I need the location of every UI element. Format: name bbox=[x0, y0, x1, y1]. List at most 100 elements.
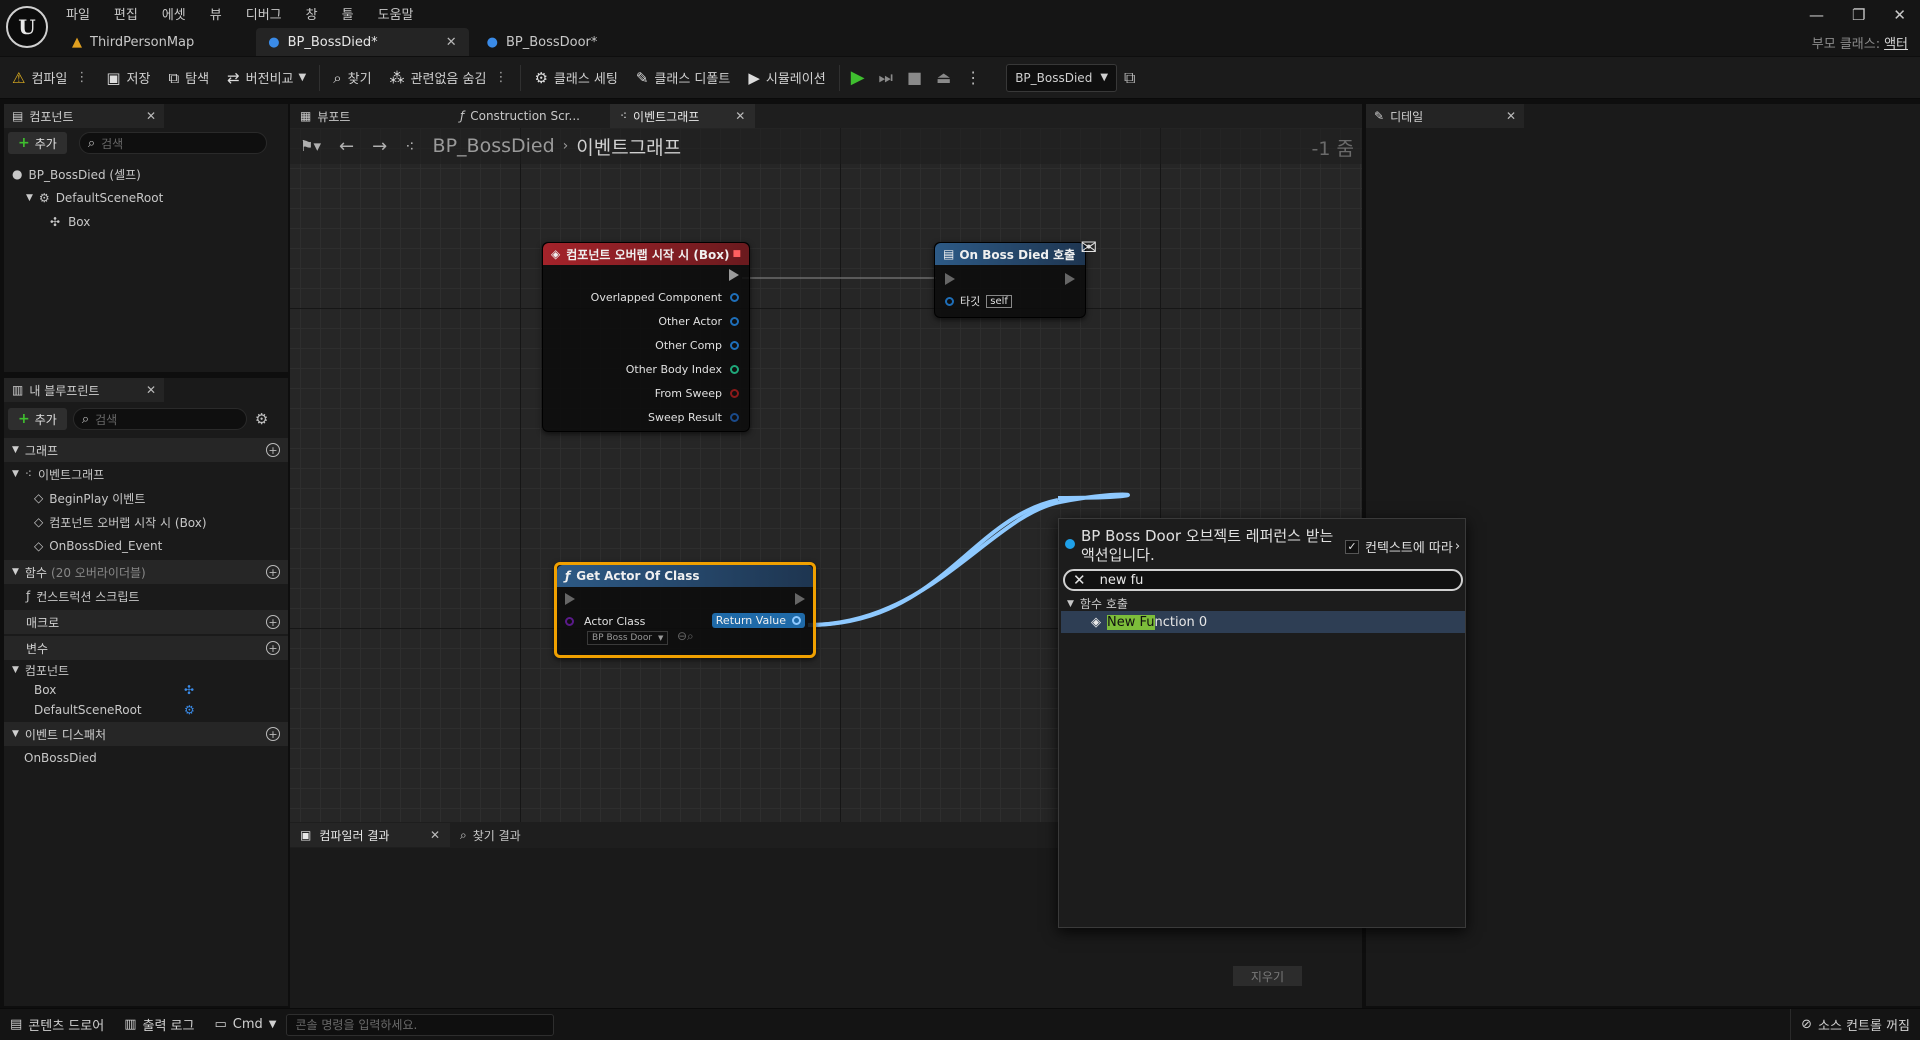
clear-button[interactable]: 지우기 bbox=[1232, 966, 1302, 986]
add-variable-icon[interactable]: + bbox=[266, 641, 280, 655]
menu-help[interactable]: 도움말 bbox=[378, 4, 414, 23]
tree-item-variable-default-scene-root[interactable]: DefaultSceneRoot ⚙ bbox=[4, 700, 288, 720]
tree-item-event[interactable]: ◇ 컴포넌트 오버랩 시작 시 (Box) bbox=[4, 510, 288, 534]
tab-third-person-map[interactable]: ▲ ThirdPersonMap bbox=[60, 28, 206, 56]
clear-search-icon[interactable]: ✕ bbox=[1073, 571, 1086, 589]
exec-out-pin[interactable] bbox=[729, 269, 739, 281]
menu-window[interactable]: 창 bbox=[306, 4, 318, 23]
components-search-input[interactable]: ⌕ 검색 bbox=[78, 132, 267, 154]
tree-item-default-scene-root[interactable]: ▼ ⚙ DefaultSceneRoot bbox=[12, 186, 288, 210]
parent-class-link[interactable]: 액터 bbox=[1884, 37, 1908, 52]
pin-from-sweep[interactable]: From Sweep bbox=[655, 387, 739, 400]
node-component-overlap[interactable]: ◈ 컴포넌트 오버랩 시작 시 (Box) ■ Overlapped Compo… bbox=[542, 242, 750, 432]
more-options-icon[interactable]: ⋮ bbox=[75, 70, 88, 85]
action-category[interactable]: ▼ 함수 호출 bbox=[1067, 595, 1128, 612]
pin-other-body-index[interactable]: Other Body Index bbox=[626, 363, 739, 376]
tab-event-graph[interactable]: ⁖ 이벤트그래프 ✕ bbox=[610, 104, 756, 128]
more-options-icon[interactable]: ⋮ bbox=[494, 70, 507, 85]
unreal-logo-icon[interactable]: U bbox=[6, 6, 48, 48]
my-blueprint-tab[interactable]: ▥ 내 블루프린트 ✕ bbox=[4, 378, 164, 402]
output-log-button[interactable]: ▥ 출력 로그 bbox=[114, 1009, 204, 1040]
class-settings-button[interactable]: ⚙ 클래스 세팅 bbox=[525, 57, 626, 99]
actor-class-select[interactable]: BP Boss Door ▼ bbox=[587, 631, 669, 645]
tree-item-box[interactable]: ✣ Box bbox=[12, 210, 288, 234]
menu-debug[interactable]: 디버그 bbox=[246, 4, 282, 23]
tree-item-event[interactable]: ◇ BeginPlay 이벤트 bbox=[4, 486, 288, 510]
target-pin[interactable]: 타깃 self bbox=[945, 293, 1012, 309]
exec-in-pin[interactable] bbox=[945, 273, 955, 285]
exec-in-pin[interactable] bbox=[565, 593, 575, 605]
components-tab[interactable]: ▤ 컴포넌트 ✕ bbox=[4, 104, 164, 128]
tab-viewport[interactable]: ▦ 뷰포트 bbox=[290, 104, 450, 128]
pin-overlapped-component[interactable]: Overlapped Component bbox=[591, 291, 739, 304]
add-component-button[interactable]: + 추가 bbox=[8, 132, 67, 154]
save-button[interactable]: ▣ 저장 bbox=[97, 57, 159, 99]
return-value-pin[interactable]: Return Value bbox=[711, 613, 805, 628]
menu-asset[interactable]: 에셋 bbox=[162, 4, 186, 23]
tree-item-variable-box[interactable]: Box ✣ bbox=[4, 680, 288, 700]
close-icon[interactable]: ✕ bbox=[146, 383, 156, 397]
browse-button[interactable]: ⧉ 탐색 bbox=[159, 57, 218, 99]
variables-section[interactable]: 변수 + bbox=[4, 636, 288, 660]
checkbox-checked-icon[interactable]: ✓ bbox=[1345, 539, 1359, 554]
source-control-button[interactable]: ⊘ 소스 컨트롤 꺼짐 bbox=[1790, 1008, 1920, 1040]
node-call-on-boss-died[interactable]: ▤ On Boss Died 호출 ✉ 타깃 self bbox=[934, 235, 1097, 318]
graphs-section[interactable]: ▼ 그래프 + bbox=[4, 438, 288, 462]
exec-out-pin[interactable] bbox=[1065, 273, 1075, 285]
macros-section[interactable]: 매크로 + bbox=[4, 610, 288, 634]
event-dispatchers-section[interactable]: ▼ 이벤트 디스패처 + bbox=[4, 722, 288, 746]
eject-icon[interactable]: ⏏ bbox=[929, 68, 958, 87]
menu-edit[interactable]: 편집 bbox=[114, 4, 138, 23]
step-icon[interactable]: ⏭ bbox=[872, 68, 900, 88]
add-dispatcher-icon[interactable]: + bbox=[266, 727, 280, 741]
tab-construction-script[interactable]: ƒ Construction Scr... bbox=[450, 104, 610, 128]
add-function-icon[interactable]: + bbox=[266, 565, 280, 579]
action-item-new-function[interactable]: ◈ New Fu nction 0 bbox=[1061, 611, 1465, 633]
actor-class-pin[interactable]: Actor Class bbox=[565, 615, 645, 628]
more-options-icon[interactable]: ⋮ bbox=[958, 68, 988, 87]
tab-bp-bossdoor[interactable]: ● BP_BossDoor* bbox=[475, 28, 610, 56]
cmd-select[interactable]: ▭ Cmd ▼ bbox=[204, 1009, 286, 1040]
restore-icon[interactable]: ❐ bbox=[1852, 6, 1865, 24]
simulation-button[interactable]: ▶ 시뮬레이션 bbox=[739, 57, 834, 99]
my-blueprint-search-input[interactable]: ⌕ 검색 bbox=[72, 408, 247, 430]
debug-object-select[interactable]: BP_BossDied ▼ bbox=[1006, 63, 1118, 92]
close-window-icon[interactable]: ✕ bbox=[1893, 6, 1906, 24]
tab-find-results[interactable]: ⌕ 찾기 결과 bbox=[450, 823, 531, 847]
add-graph-icon[interactable]: + bbox=[266, 443, 280, 457]
tab-bp-bossdied[interactable]: ● BP_BossDied* ✕ bbox=[256, 28, 469, 56]
menu-view[interactable]: 뷰 bbox=[210, 4, 222, 23]
compile-button[interactable]: ⚠ 컴파일 ⋮ bbox=[0, 57, 97, 99]
tree-item-event[interactable]: ◇ OnBossDied_Event bbox=[4, 534, 288, 558]
hide-unrelated-button[interactable]: ⁂ 관련없음 숨김 ⋮ bbox=[381, 57, 517, 99]
back-arrow-icon[interactable]: ← bbox=[339, 136, 354, 157]
minimize-icon[interactable]: — bbox=[1809, 6, 1824, 24]
add-macro-icon[interactable]: + bbox=[266, 615, 280, 629]
node-get-actor-of-class[interactable]: ƒ Get Actor Of Class Actor Class BP Boss… bbox=[554, 562, 816, 658]
close-icon[interactable]: ✕ bbox=[430, 828, 440, 842]
menu-tools[interactable]: 툴 bbox=[342, 4, 354, 23]
content-drawer-button[interactable]: ▤ 콘텐츠 드로어 bbox=[0, 1009, 114, 1040]
close-icon[interactable]: ✕ bbox=[446, 35, 457, 50]
close-icon[interactable]: ✕ bbox=[1506, 109, 1516, 123]
tree-item-self[interactable]: ● BP_BossDied (셀프) bbox=[12, 162, 288, 186]
tree-item-event-graph[interactable]: ▼ ⁖ 이벤트그래프 bbox=[4, 462, 288, 486]
tree-item-construction-script[interactable]: ƒ 컨스트럭션 스크립트 bbox=[4, 584, 288, 608]
debug-browse-icon[interactable]: ⧉ bbox=[1117, 68, 1142, 88]
close-icon[interactable]: ✕ bbox=[735, 109, 745, 123]
pin-sweep-result[interactable]: Sweep Result bbox=[648, 411, 739, 424]
gear-icon[interactable]: ⚙ bbox=[255, 410, 268, 428]
console-command-input[interactable]: 콘솔 명령을 입력하세요. bbox=[286, 1013, 555, 1036]
functions-section[interactable]: ▼ 함수 (20 오버라이더블) + bbox=[4, 560, 288, 584]
forward-arrow-icon[interactable]: → bbox=[372, 136, 387, 157]
stop-icon[interactable]: ■ bbox=[900, 68, 929, 87]
diff-button[interactable]: ⇄ 버전비교 ▼ bbox=[218, 57, 315, 99]
close-icon[interactable]: ✕ bbox=[146, 109, 156, 123]
class-defaults-button[interactable]: ✎ 클래스 디폴트 bbox=[627, 57, 739, 99]
add-member-button[interactable]: + 추가 bbox=[8, 408, 67, 430]
play-icon[interactable]: ▶ bbox=[844, 67, 872, 88]
browse-asset-icon[interactable]: ⊖⌕ bbox=[677, 629, 694, 644]
bookmark-icon[interactable]: ⚑▾ bbox=[300, 137, 321, 155]
tree-item-dispatcher[interactable]: OnBossDied bbox=[4, 746, 288, 770]
context-sensitive-toggle[interactable]: ✓ 컨텍스트에 따라 › bbox=[1345, 537, 1460, 556]
